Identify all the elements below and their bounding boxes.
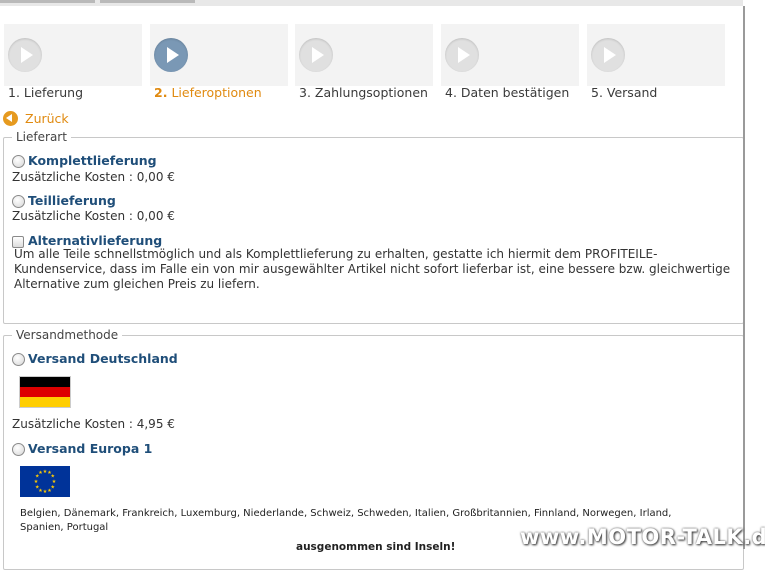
countries-line: Belgien, Dänemark, Frankreich, Luxemburg…	[20, 508, 672, 519]
step-versand[interactable]: 5. Versand	[587, 24, 725, 104]
islands-excluded-note: ausgenommen sind Inseln!	[296, 541, 456, 553]
play-icon	[445, 38, 479, 72]
teillieferung-radio[interactable]	[12, 195, 25, 208]
step-label: 1. Lieferung	[8, 85, 84, 100]
back-arrow-icon	[3, 110, 18, 126]
back-link[interactable]: Zurück	[3, 110, 69, 126]
versand-europa-radio[interactable]	[12, 443, 25, 456]
svg-text:★: ★	[35, 485, 40, 491]
svg-text:★: ★	[43, 489, 48, 495]
play-icon	[8, 38, 42, 72]
versandmethode-legend: Versandmethode	[16, 328, 119, 342]
play-icon	[154, 38, 188, 72]
play-icon	[299, 38, 333, 72]
alternativlieferung-description: Um alle Teile schnellstmöglich und als K…	[14, 247, 730, 292]
komplettlieferung-cost: Zusätzliche Kosten : 0,00 €	[12, 170, 175, 184]
eu-flag-icon: ★ ★ ★ ★ ★ ★ ★ ★ ★ ★ ★ ★	[20, 466, 70, 497]
description-line: Um alle Teile schnellstmöglich und als K…	[14, 247, 658, 261]
komplettlieferung-radio[interactable]	[12, 155, 25, 168]
step-label: 4. Daten bestätigen	[445, 85, 570, 100]
alternativlieferung-title: Alternativlieferung	[28, 233, 163, 248]
step-daten-bestaetigen[interactable]: 4. Daten bestätigen	[441, 24, 579, 104]
teillieferung-title: Teillieferung	[28, 193, 116, 208]
play-icon	[591, 38, 625, 72]
step-lieferung[interactable]: 1. Lieferung	[4, 24, 142, 104]
svg-text:★: ★	[34, 479, 39, 485]
step-label: 2. Lieferoptionen	[154, 85, 262, 100]
description-line: Kundenservice, dass im Falle ein von mir…	[14, 262, 731, 276]
versand-deutschland-radio[interactable]	[12, 353, 25, 366]
versand-deutschland-cost: Zusätzliche Kosten : 4,95 €	[12, 417, 175, 431]
lieferart-legend: Lieferart	[16, 130, 67, 144]
description-line: Alternative zum gleichen Preis zu liefer…	[14, 277, 260, 291]
tab-stub	[100, 0, 195, 3]
svg-text:★: ★	[47, 488, 52, 494]
versand-deutschland-title: Versand Deutschland	[28, 351, 178, 366]
versand-europa-title: Versand Europa 1	[28, 441, 153, 456]
step-number: 2.	[154, 85, 168, 100]
svg-text:★: ★	[38, 470, 43, 476]
back-link-label: Zurück	[25, 110, 69, 126]
step-label: 5. Versand	[591, 85, 658, 100]
teillieferung-cost: Zusätzliche Kosten : 0,00 €	[12, 209, 175, 223]
step-zahlungsoptionen[interactable]: 3. Zahlungsoptionen	[295, 24, 433, 104]
step-label: 3. Zahlungsoptionen	[299, 85, 428, 100]
browser-top-strip	[0, 0, 765, 6]
step-lieferoptionen[interactable]: 2. Lieferoptionen	[150, 24, 288, 104]
window-right-edge	[743, 0, 765, 549]
step-text: Lieferoptionen	[171, 85, 262, 100]
germany-flag-icon	[20, 377, 70, 407]
tab-stub	[0, 0, 95, 3]
komplettlieferung-title: Komplettlieferung	[28, 153, 157, 168]
watermark: www.MOTOR-TALK.de	[520, 525, 765, 549]
